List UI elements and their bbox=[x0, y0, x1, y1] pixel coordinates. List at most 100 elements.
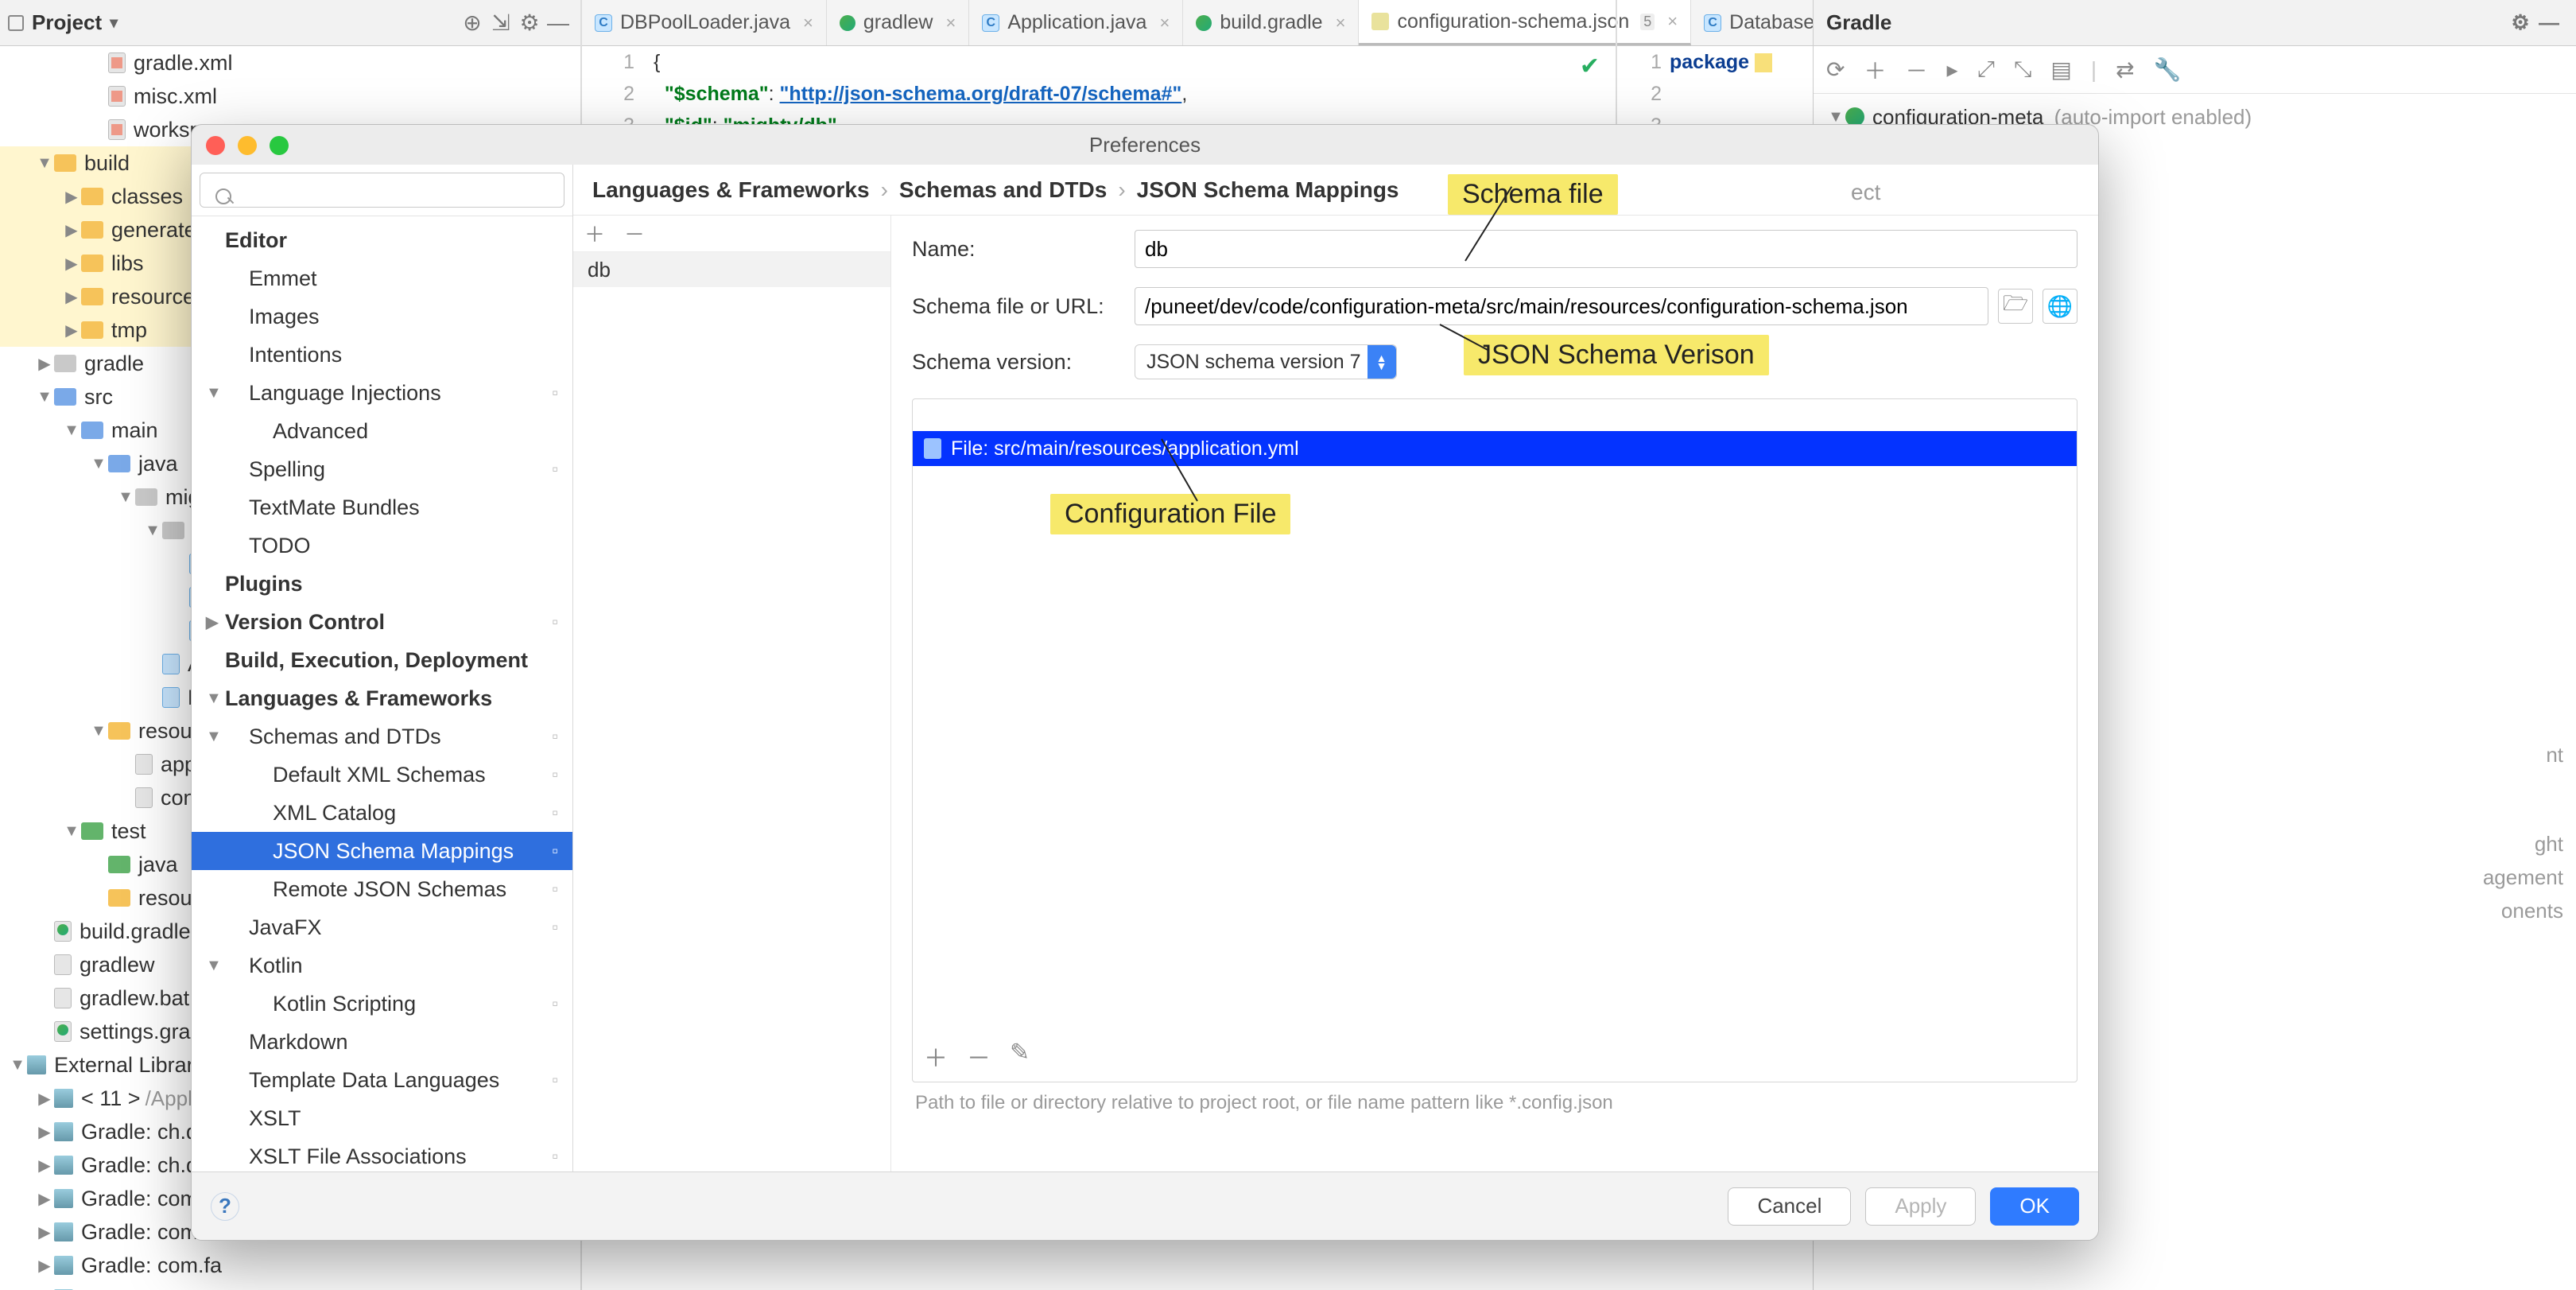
settings-search-input[interactable] bbox=[200, 173, 564, 208]
help-button[interactable]: ? bbox=[211, 1192, 239, 1221]
settings-tree-item[interactable]: Editor bbox=[192, 221, 572, 259]
plus-icon[interactable]: ＋ bbox=[1864, 54, 1886, 86]
refresh-icon[interactable]: ⟳ bbox=[1826, 56, 1845, 83]
editor-tab[interactable]: configuration-schema.json5× bbox=[1359, 0, 1691, 45]
settings-tree-item[interactable]: Remote JSON Schemas▫ bbox=[192, 870, 572, 908]
settings-tree-item[interactable]: TODO bbox=[192, 526, 572, 565]
wrench-icon[interactable]: 🔧 bbox=[2154, 56, 2182, 83]
mapping-form: Name: Schema file or URL: 🗁 🌐 Schema ver… bbox=[891, 216, 2098, 1171]
settings-tree-item[interactable]: Emmet bbox=[192, 259, 572, 297]
close-tab-icon[interactable]: × bbox=[1159, 13, 1170, 33]
ok-indicator-icon: ✔ bbox=[1580, 52, 1600, 80]
close-window-button[interactable] bbox=[206, 136, 225, 155]
settings-tree-item[interactable]: Default XML Schemas▫ bbox=[192, 756, 572, 794]
minimize-window-button[interactable] bbox=[238, 136, 257, 155]
editor-tab[interactable]: CDBPoolLoader.java× bbox=[582, 0, 827, 45]
remove-mapping-button[interactable]: － bbox=[624, 219, 645, 248]
settings-tree-item[interactable]: XSLT File Associations▫ bbox=[192, 1137, 572, 1171]
project-scope-icon: ▫ bbox=[552, 917, 558, 938]
breadcrumb-item[interactable]: Schemas and DTDs bbox=[899, 177, 1107, 203]
expand-icon[interactable]: ⤢ bbox=[1977, 56, 1995, 83]
hide-panel-icon[interactable]: — bbox=[2535, 9, 2563, 37]
project-scope-icon: ▫ bbox=[552, 879, 558, 900]
edit-file-button[interactable]: ✎ bbox=[1010, 1039, 1030, 1074]
close-tab-icon[interactable]: × bbox=[945, 13, 956, 33]
hide-panel-icon[interactable]: — bbox=[544, 9, 572, 37]
zoom-window-button[interactable] bbox=[270, 136, 289, 155]
browse-url-button[interactable]: 🌐 bbox=[2043, 289, 2077, 324]
project-scope-icon: ▫ bbox=[552, 1146, 558, 1167]
schema-version-select[interactable]: JSON schema version 7 ▲▼ bbox=[1135, 344, 1397, 379]
settings-tree-item[interactable]: Plugins bbox=[192, 565, 572, 603]
project-scope-icon: ▫ bbox=[552, 993, 558, 1014]
project-scope-icon: ▫ bbox=[552, 841, 558, 861]
gear-icon[interactable]: ⚙ bbox=[2506, 9, 2535, 37]
settings-tree-item[interactable]: ▼Languages & Frameworks bbox=[192, 679, 572, 717]
name-field[interactable] bbox=[1135, 230, 2077, 268]
project-scope-icon: ▫ bbox=[552, 459, 558, 480]
apply-button[interactable]: Apply bbox=[1865, 1187, 1976, 1226]
ok-button[interactable]: OK bbox=[1990, 1187, 2079, 1226]
project-scope-icon: ▫ bbox=[552, 726, 558, 747]
browse-file-button[interactable]: 🗁 bbox=[1998, 289, 2033, 324]
settings-tree-item[interactable]: Advanced bbox=[192, 412, 572, 450]
settings-tree-item[interactable]: Images bbox=[192, 297, 572, 336]
offline-icon[interactable]: ⇄ bbox=[2116, 56, 2134, 83]
remove-file-button[interactable]: － bbox=[967, 1039, 991, 1074]
mapping-item[interactable]: db bbox=[573, 252, 890, 287]
schema-url-field[interactable] bbox=[1135, 287, 1988, 325]
project-panel-header: Project ▾ ⊕ ⇲ ⚙ — bbox=[0, 0, 580, 46]
file-pattern-item[interactable]: File: src/main/resources/application.yml bbox=[913, 431, 2077, 466]
project-panel-title[interactable]: Project ▾ bbox=[8, 10, 118, 35]
callout-schema-version: JSON Schema Verison bbox=[1464, 335, 1769, 375]
settings-tree-item[interactable]: JSON Schema Mappings▫ bbox=[192, 832, 572, 870]
close-tab-icon[interactable]: × bbox=[1336, 13, 1346, 33]
settings-tree-item[interactable]: ▼Schemas and DTDs▫ bbox=[192, 717, 572, 756]
close-tab-icon[interactable]: × bbox=[1667, 11, 1678, 32]
editor-tab[interactable]: gradlew× bbox=[827, 0, 969, 45]
settings-tree-item[interactable]: Template Data Languages▫ bbox=[192, 1061, 572, 1099]
mappings-list: ＋ － db bbox=[573, 216, 891, 1171]
settings-tree-item[interactable]: Spelling▫ bbox=[192, 450, 572, 488]
gear-icon[interactable]: ⚙ bbox=[515, 9, 544, 37]
chevron-down-icon: ▾ bbox=[110, 13, 118, 33]
add-mapping-button[interactable]: ＋ bbox=[584, 219, 605, 248]
tree-row[interactable]: misc.xml bbox=[0, 80, 580, 113]
editor-tab[interactable]: build.gradle× bbox=[1183, 0, 1359, 45]
settings-tree-item[interactable]: Markdown bbox=[192, 1023, 572, 1061]
cancel-button[interactable]: Cancel bbox=[1728, 1187, 1851, 1226]
settings-tree-item[interactable]: XML Catalog▫ bbox=[192, 794, 572, 832]
schema-version-label: Schema version: bbox=[912, 350, 1135, 375]
settings-tree-item[interactable]: TextMate Bundles bbox=[192, 488, 572, 526]
tree-row[interactable]: gradle.xml bbox=[0, 46, 580, 80]
tree-row[interactable]: ▶Gradle: com.fa bbox=[0, 1249, 580, 1282]
dialog-footer: ? Cancel Apply OK bbox=[192, 1171, 2098, 1240]
gradle-panel-header: Gradle ⚙ — bbox=[1814, 0, 2576, 46]
settings-tree-item[interactable]: ▼Language Injections▫ bbox=[192, 374, 572, 412]
breadcrumb-item[interactable]: Languages & Frameworks bbox=[592, 177, 870, 203]
project-scope-icon: ▫ bbox=[552, 764, 558, 785]
settings-tree-item[interactable]: Kotlin Scripting▫ bbox=[192, 985, 572, 1023]
schema-url-label: Schema file or URL: bbox=[912, 294, 1135, 319]
settings-tree[interactable]: EditorEmmetImagesIntentions▼Language Inj… bbox=[192, 216, 572, 1171]
minus-icon[interactable]: － bbox=[1905, 54, 1927, 86]
editor-splitter[interactable] bbox=[1616, 0, 1617, 143]
target-icon[interactable]: ⊕ bbox=[458, 9, 487, 37]
collapse-icon[interactable]: ⇲ bbox=[487, 9, 515, 37]
gradle-toolbar: ⟳ ＋ － ▸ ⤢ ⤡ ▤ | ⇄ 🔧 bbox=[1814, 46, 2576, 94]
collapse-icon[interactable]: ⤡ bbox=[2014, 56, 2031, 83]
settings-tree-item[interactable]: Intentions bbox=[192, 336, 572, 374]
gradle-title: Gradle bbox=[1826, 10, 1891, 35]
run-icon[interactable]: ▸ bbox=[1947, 56, 1958, 83]
settings-tree-item[interactable]: Build, Execution, Deployment bbox=[192, 641, 572, 679]
add-file-button[interactable]: ＋ bbox=[924, 1039, 948, 1074]
tasks-icon[interactable]: ▤ bbox=[2050, 56, 2071, 83]
tree-row[interactable]: ▶Gradle: com.fasterxml.jackson.datatype:… bbox=[0, 1282, 580, 1290]
settings-tree-item[interactable]: JavaFX▫ bbox=[192, 908, 572, 946]
settings-tree-item[interactable]: ▶Version Control▫ bbox=[192, 603, 572, 641]
settings-tree-item[interactable]: XSLT bbox=[192, 1099, 572, 1137]
editor-tab[interactable]: CApplication.java× bbox=[969, 0, 1183, 45]
name-label: Name: bbox=[912, 237, 1135, 262]
close-tab-icon[interactable]: × bbox=[803, 13, 813, 33]
settings-tree-item[interactable]: ▼Kotlin bbox=[192, 946, 572, 985]
